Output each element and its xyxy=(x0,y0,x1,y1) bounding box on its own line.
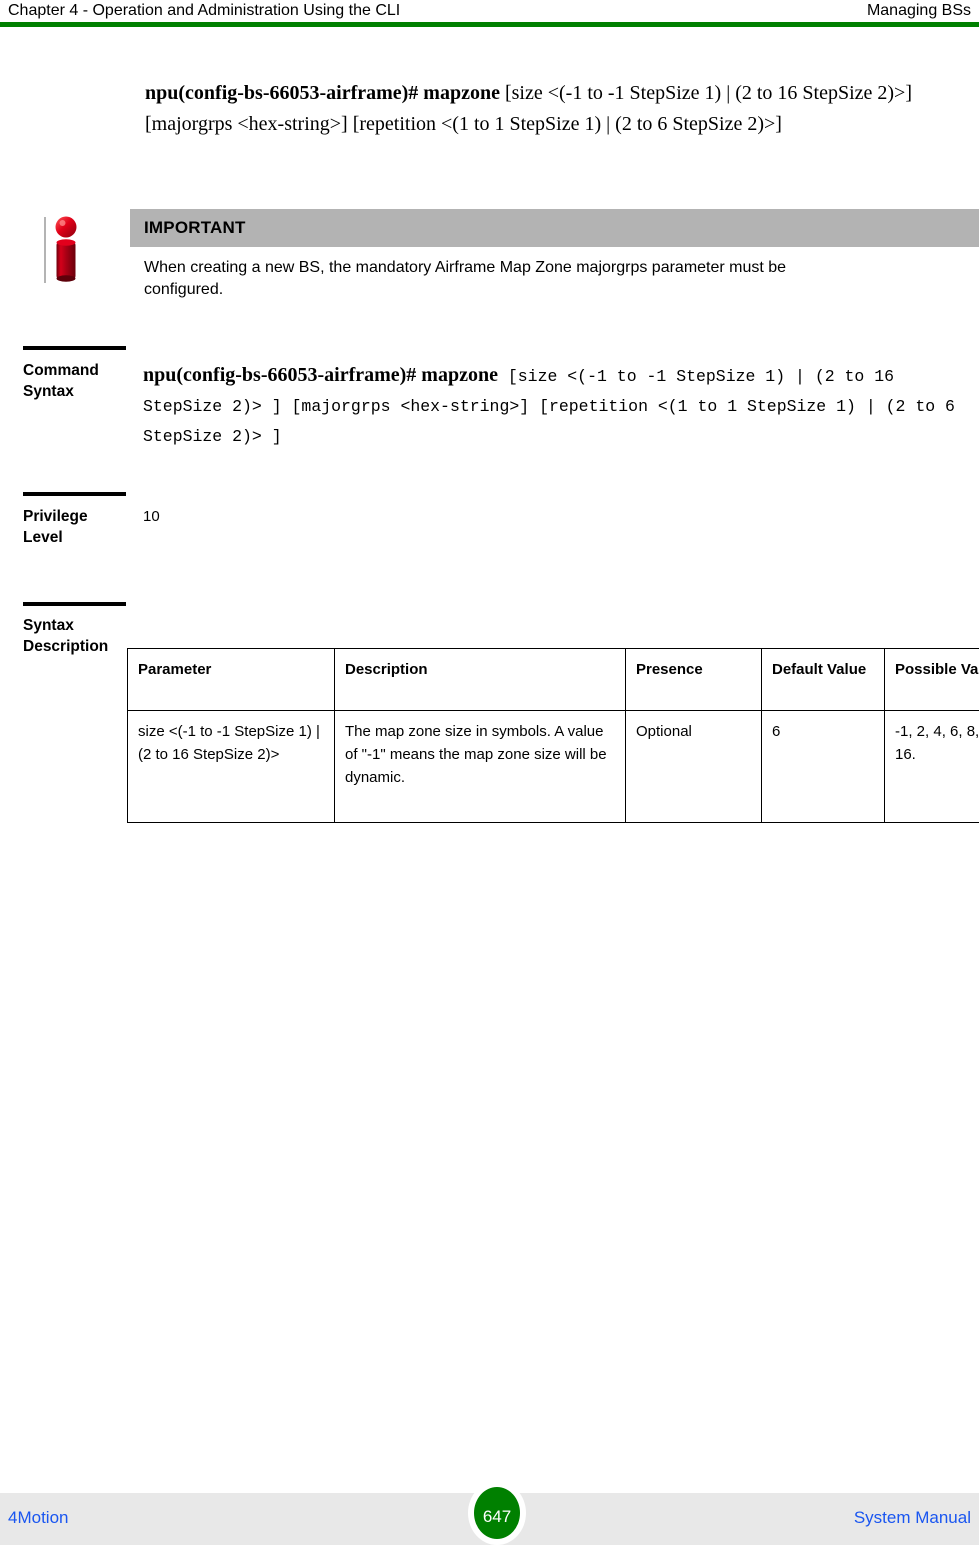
privilege-level-label: Privilege Level xyxy=(23,506,135,548)
privilege-level-label-line2: Level xyxy=(23,529,63,546)
privilege-level-value: 10 xyxy=(143,508,160,525)
header-rule xyxy=(0,22,979,27)
intro-command-prompt: npu(config-bs-66053-airframe)# mapzone xyxy=(145,82,500,104)
column-header-parameter: Parameter xyxy=(127,648,335,711)
command-syntax-prompt: npu(config-bs-66053-airframe)# mapzone xyxy=(143,364,498,386)
command-syntax-label: Command Syntax xyxy=(23,360,135,402)
command-syntax-label-line1: Command xyxy=(23,362,99,379)
column-header-description: Description xyxy=(334,648,626,711)
command-syntax-rule xyxy=(23,346,126,350)
command-syntax-label-line2: Syntax xyxy=(23,383,74,400)
column-header-default-value: Default Value xyxy=(761,648,885,711)
note-icon-area xyxy=(30,209,100,287)
footer-product-link[interactable]: 4Motion xyxy=(8,1506,68,1529)
page-number-badge: 647 xyxy=(468,1481,526,1545)
command-syntax-value: npu(config-bs-66053-airframe)# mapzone [… xyxy=(143,360,976,452)
table-row: size <(-1 to -1 StepSize 1) | (2 to 16 S… xyxy=(127,710,979,823)
column-header-presence: Presence xyxy=(625,648,762,711)
intro-command-line: npu(config-bs-66053-airframe)# mapzone [… xyxy=(145,78,975,140)
column-header-possible-values: Possible Values xyxy=(884,648,979,711)
cell-presence: Optional xyxy=(625,710,762,823)
note-icon-divider xyxy=(44,217,46,283)
page-number: 647 xyxy=(482,1507,512,1526)
privilege-level-label-line1: Privilege xyxy=(23,508,88,525)
header-chapter-title: Chapter 4 - Operation and Administration… xyxy=(8,2,401,19)
syntax-description-label: Syntax Description xyxy=(23,615,135,657)
syntax-description-rule xyxy=(23,602,126,606)
cell-possible-values: -1, 2, 4, 6, 8, 10, 12, 14, 16. xyxy=(884,710,979,823)
syntax-description-label-line1: Syntax xyxy=(23,617,74,634)
cell-description: The map zone size in symbols. A value of… xyxy=(334,710,626,823)
header-section-title: Managing BSs xyxy=(866,2,971,19)
syntax-description-label-line2: Description xyxy=(23,638,109,655)
note-title: IMPORTANT xyxy=(144,218,246,237)
table-header-row: Parameter Description Presence Default V… xyxy=(127,648,979,711)
note-body-text: When creating a new BS, the mandatory Ai… xyxy=(144,259,787,298)
cell-default-value: 6 xyxy=(761,710,885,823)
parameter-table: Parameter Description Presence Default V… xyxy=(127,648,979,823)
footer-manual-link[interactable]: System Manual xyxy=(854,1506,971,1529)
info-icon xyxy=(55,216,77,282)
note-title-bar: IMPORTANT xyxy=(130,209,979,247)
privilege-level-rule xyxy=(23,492,126,496)
cell-parameter: size <(-1 to -1 StepSize 1) | (2 to 16 S… xyxy=(127,710,335,823)
